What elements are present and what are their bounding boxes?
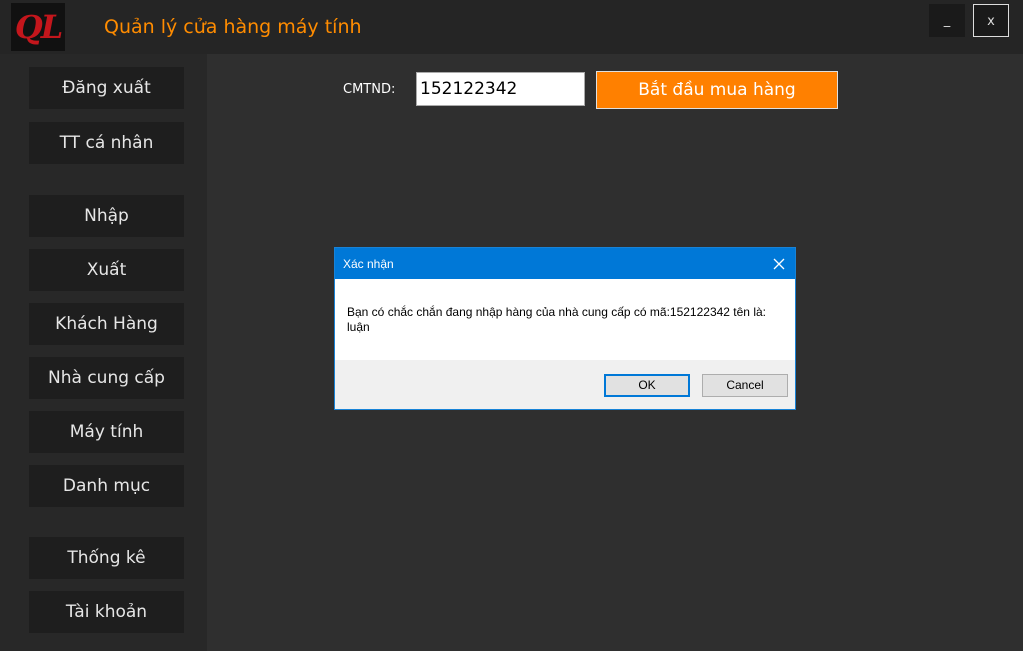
cmtnd-label: CMTND:: [343, 82, 396, 97]
close-icon[interactable]: [763, 248, 795, 279]
app-logo: QL: [11, 3, 65, 51]
dialog-title: Xác nhận: [343, 257, 394, 271]
sidebar-item-statistics[interactable]: Thống kê: [29, 537, 184, 579]
dialog-header: Xác nhận: [335, 248, 795, 279]
sidebar-item-suppliers[interactable]: Nhà cung cấp: [29, 357, 184, 399]
ok-button[interactable]: OK: [604, 374, 690, 397]
minimize-button[interactable]: _: [929, 4, 965, 37]
start-purchase-button[interactable]: Bắt đầu mua hàng: [596, 71, 838, 109]
sidebar-item-computers[interactable]: Máy tính: [29, 411, 184, 453]
app-title: Quản lý cửa hàng máy tính: [104, 16, 362, 38]
dialog-body: Bạn có chắc chắn đang nhập hàng của nhà …: [335, 279, 795, 360]
confirm-dialog: Xác nhận Bạn có chắc chắn đang nhập hàng…: [334, 247, 796, 410]
dialog-message: Bạn có chắc chắn đang nhập hàng của nhà …: [347, 305, 766, 334]
sidebar-item-export[interactable]: Xuất: [29, 249, 184, 291]
sidebar-item-categories[interactable]: Danh mục: [29, 465, 184, 507]
sidebar-item-accounts[interactable]: Tài khoản: [29, 591, 184, 633]
cmtnd-input[interactable]: [416, 72, 585, 106]
sidebar-item-profile[interactable]: TT cá nhân: [29, 122, 184, 164]
cancel-button[interactable]: Cancel: [702, 374, 788, 397]
sidebar-item-customers[interactable]: Khách Hàng: [29, 303, 184, 345]
close-window-button[interactable]: x: [973, 4, 1009, 37]
title-bar: QL Quản lý cửa hàng máy tính _ x: [0, 0, 1023, 54]
sidebar-item-logout[interactable]: Đăng xuất: [29, 67, 184, 109]
sidebar-item-import[interactable]: Nhập: [29, 195, 184, 237]
